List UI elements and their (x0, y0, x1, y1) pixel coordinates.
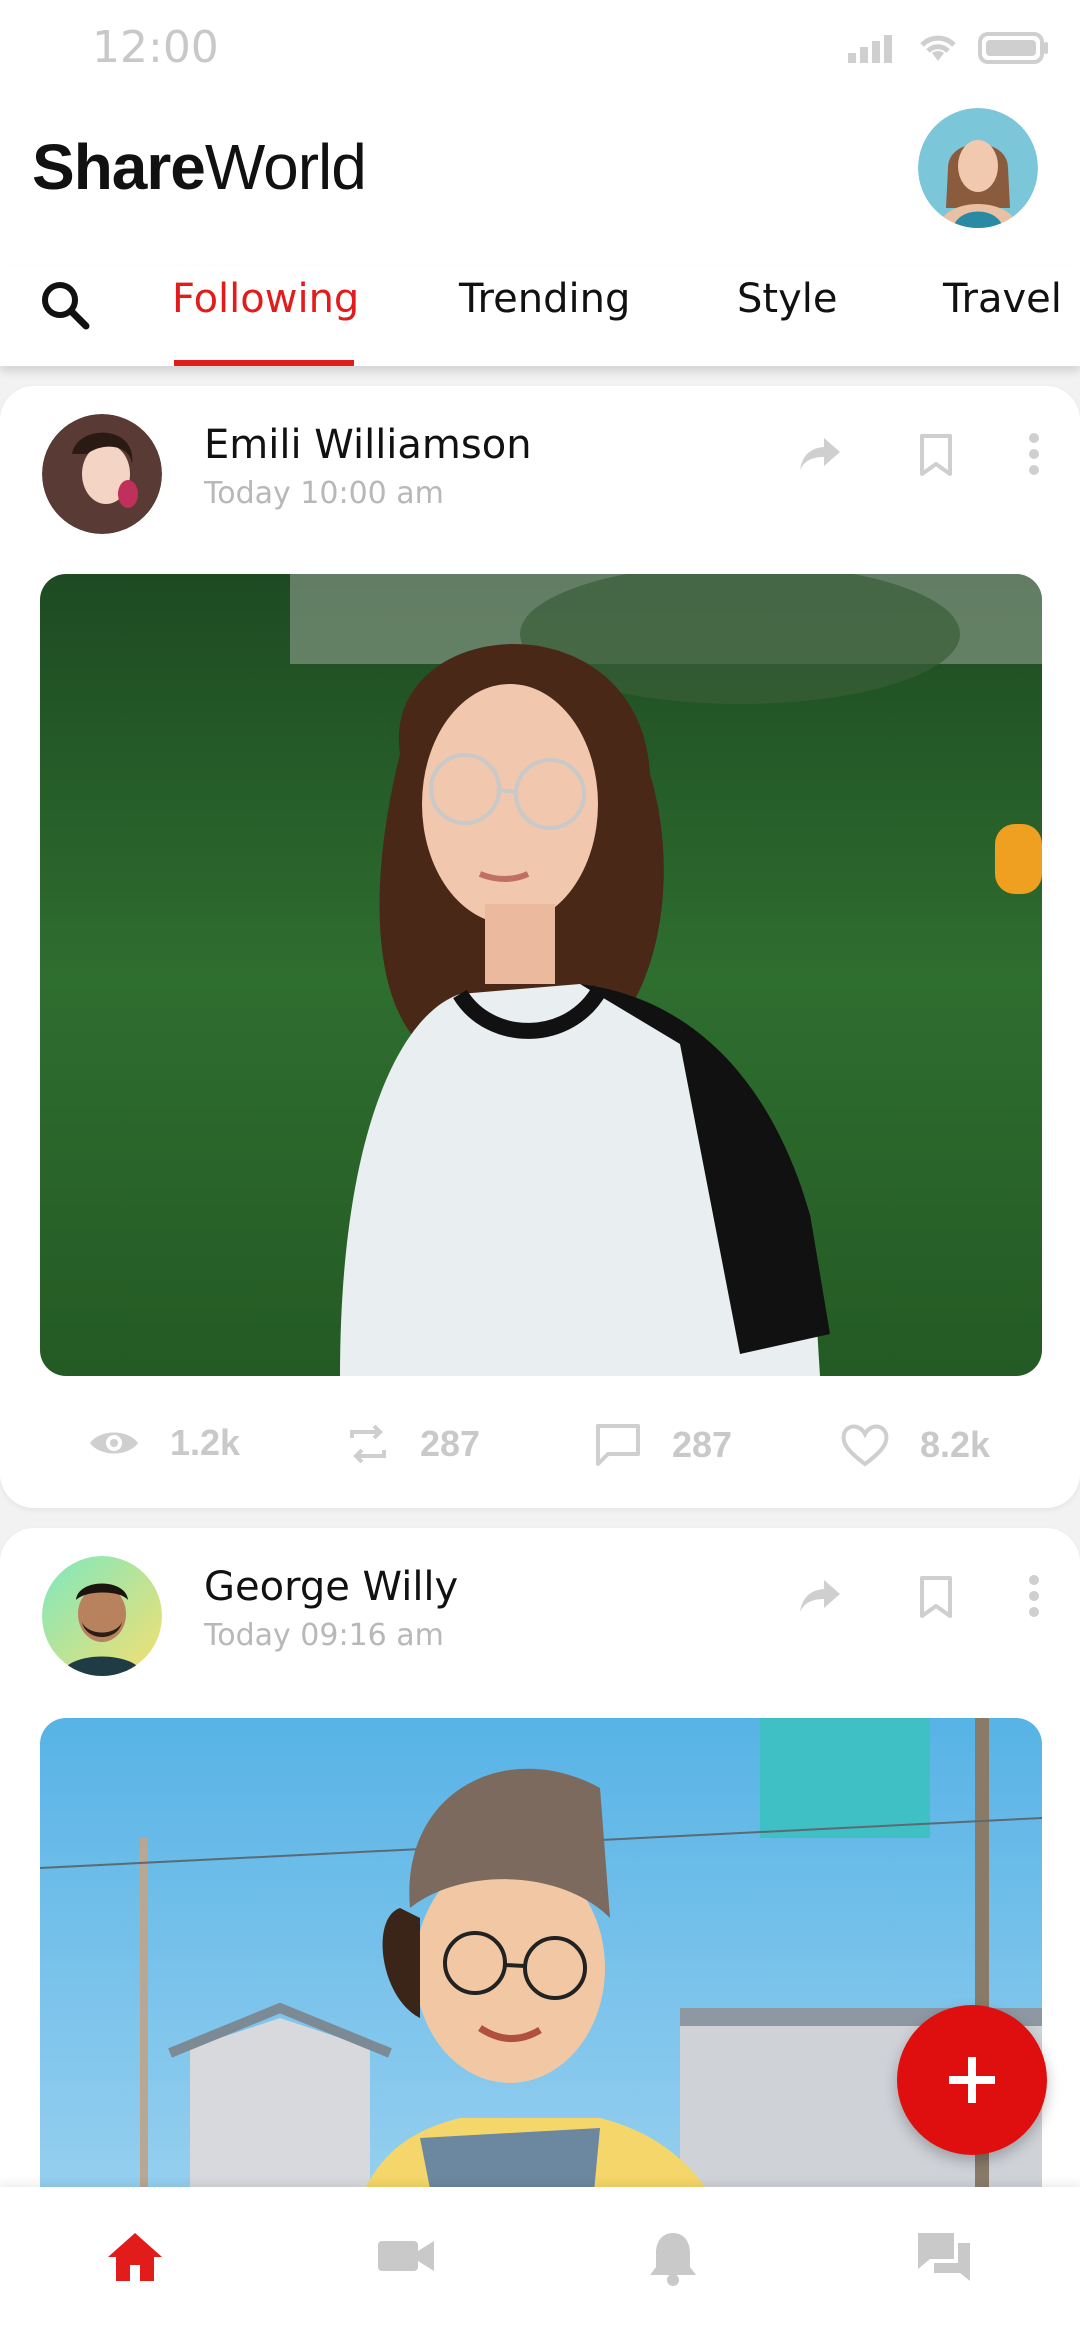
eye-icon (90, 1432, 138, 1454)
comment-icon (596, 1424, 640, 1466)
tab-bar: Following Trending Style Travel (0, 266, 1080, 366)
more-button[interactable] (1026, 432, 1042, 481)
active-tab-indicator (174, 360, 354, 366)
nav-messages[interactable] (914, 2229, 974, 2292)
author-name[interactable]: George Willy (204, 1564, 458, 1610)
bookmark-button[interactable] (918, 432, 954, 483)
reposts-stat[interactable]: 287 (346, 1422, 480, 1466)
likes-count: 8.2k (920, 1424, 991, 1465)
tab-trending[interactable]: Trending (459, 276, 630, 322)
search-icon (42, 282, 90, 330)
post-time: Today 09:16 am (204, 1618, 444, 1653)
create-post-button[interactable] (897, 2005, 1047, 2155)
wifi-icon (920, 35, 956, 61)
home-icon (108, 2233, 162, 2281)
profile-avatar[interactable] (918, 108, 1038, 228)
views-stat[interactable]: 1.2k (88, 1422, 240, 1464)
bookmark-button[interactable] (918, 1574, 954, 1625)
status-time: 12:00 (92, 22, 219, 73)
brand-regular: World (204, 131, 367, 203)
nav-home[interactable] (106, 2229, 164, 2288)
nav-video[interactable] (376, 2229, 436, 2288)
more-vertical-icon (1029, 1575, 1039, 1617)
tab-style[interactable]: Style (737, 276, 837, 322)
tab-following[interactable]: Following (172, 276, 359, 322)
bookmark-icon (920, 434, 952, 476)
share-icon (800, 1580, 840, 1612)
author-avatar[interactable] (42, 1556, 162, 1676)
video-icon (378, 2241, 434, 2271)
bottom-navigation (0, 2187, 1080, 2340)
battery-icon (978, 32, 1048, 64)
status-bar: 12:00 (0, 0, 1080, 96)
app-header: ShareWorld (0, 96, 1080, 266)
author-avatar[interactable] (42, 414, 162, 534)
repost-icon (350, 1424, 386, 1464)
post-time: Today 10:00 am (204, 476, 444, 511)
share-button[interactable] (796, 1574, 844, 1623)
tab-travel[interactable]: Travel (943, 276, 1062, 322)
likes-stat[interactable]: 8.2k (840, 1422, 990, 1468)
nav-notifications[interactable] (646, 2229, 700, 2292)
bell-icon (650, 2233, 696, 2286)
plus-icon (949, 2057, 995, 2103)
share-button[interactable] (796, 432, 844, 481)
post-photo[interactable] (40, 574, 1042, 1376)
comments-stat[interactable]: 287 (594, 1422, 732, 1468)
post-stats: 1.2k 287 287 8.2k (0, 1422, 1080, 1502)
brand-bold: Share (32, 131, 206, 203)
bookmark-icon (920, 1576, 952, 1618)
views-count: 1.2k (170, 1422, 241, 1463)
post-card[interactable]: Emili Williamson Today 10:00 am 1.2k 287… (0, 386, 1080, 1508)
comments-count: 287 (672, 1424, 733, 1465)
chat-icon (918, 2233, 970, 2281)
search-button[interactable] (36, 276, 96, 336)
reposts-count: 287 (420, 1423, 481, 1464)
author-name[interactable]: Emili Williamson (204, 422, 532, 468)
more-vertical-icon (1029, 433, 1039, 475)
signal-icon (848, 35, 892, 63)
app-logo: ShareWorld (32, 130, 367, 204)
more-button[interactable] (1026, 1574, 1042, 1623)
status-icons (846, 30, 1050, 66)
share-icon (800, 438, 840, 470)
heart-icon (841, 1424, 889, 1467)
